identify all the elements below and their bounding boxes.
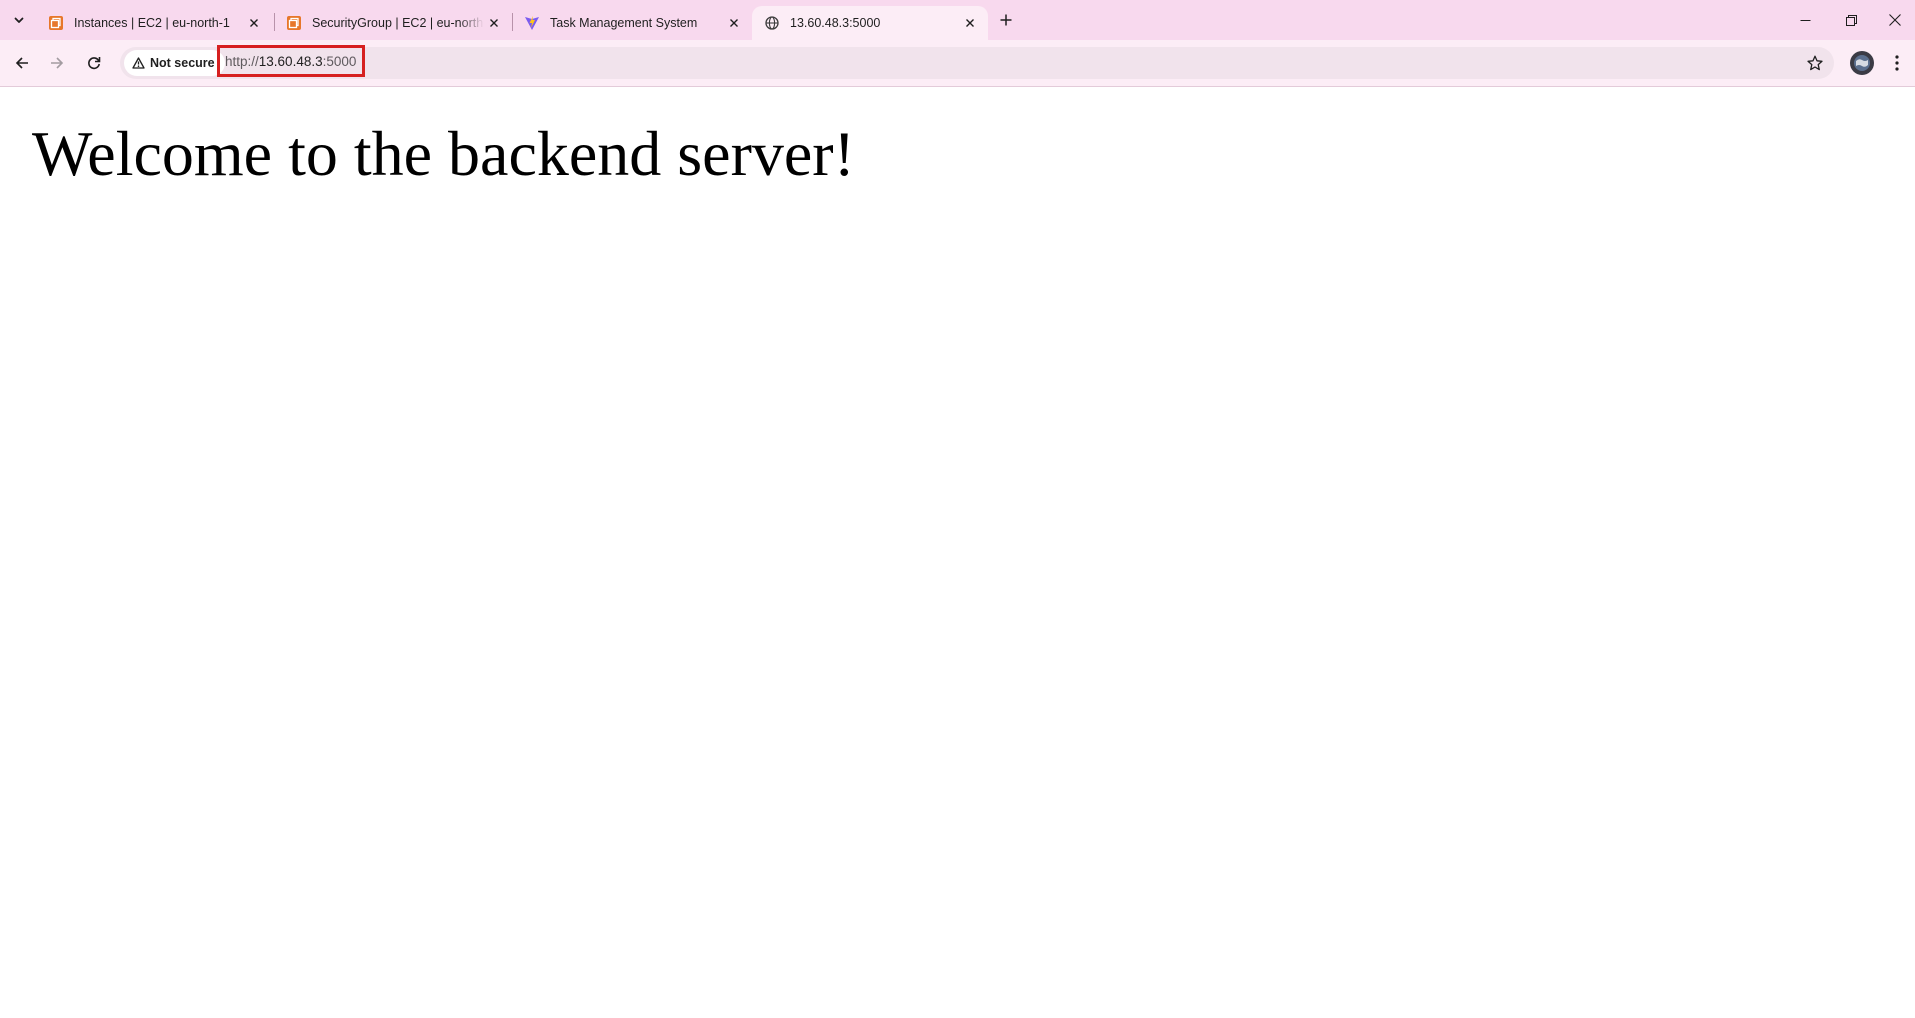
- warning-icon: [132, 57, 145, 69]
- tab-title: SecurityGroup | EC2 | eu-north-1: [312, 16, 484, 30]
- close-icon[interactable]: [960, 13, 980, 33]
- aws-ec2-icon: [286, 15, 302, 31]
- close-icon[interactable]: [724, 13, 744, 33]
- star-icon: [1807, 55, 1823, 71]
- tab-search-button[interactable]: [6, 8, 32, 32]
- back-button[interactable]: [6, 47, 38, 79]
- avatar-icon: [1854, 55, 1870, 71]
- bookmark-button[interactable]: [1799, 47, 1831, 79]
- page-content: Welcome to the backend server!: [0, 87, 1915, 1018]
- minimize-icon: [1800, 19, 1810, 21]
- page-heading: Welcome to the backend server!: [32, 118, 855, 189]
- security-indicator[interactable]: Not secure: [124, 50, 225, 76]
- close-icon[interactable]: [244, 13, 264, 33]
- url-host: 13.60.48.3: [258, 53, 323, 69]
- reload-button[interactable]: [78, 47, 110, 79]
- forward-button[interactable]: [41, 47, 73, 79]
- tab-security-group[interactable]: SecurityGroup | EC2 | eu-north-1: [274, 6, 512, 40]
- restore-button[interactable]: [1828, 0, 1874, 40]
- tab-title: 13.60.48.3:5000: [790, 16, 881, 30]
- tab-instances[interactable]: Instances | EC2 | eu-north-1: [36, 6, 272, 40]
- tab-backend-server[interactable]: 13.60.48.3:5000: [752, 6, 988, 40]
- plus-icon: [1000, 14, 1012, 26]
- close-window-button[interactable]: [1874, 0, 1915, 40]
- arrow-right-icon: [51, 57, 64, 69]
- chevron-down-icon: [14, 17, 24, 23]
- close-icon[interactable]: [484, 13, 504, 33]
- globe-icon: [764, 15, 780, 31]
- tab-task-management[interactable]: Task Management System: [512, 6, 752, 40]
- security-label: Not secure: [150, 56, 215, 70]
- restore-icon: [1845, 14, 1857, 26]
- url-text[interactable]: http://13.60.48.3:5000: [217, 45, 365, 77]
- new-tab-button[interactable]: [993, 8, 1019, 32]
- tab-strip: Instances | EC2 | eu-north-1 SecurityGro…: [0, 0, 1915, 40]
- minimize-button[interactable]: [1782, 0, 1828, 40]
- vite-icon: [524, 15, 540, 31]
- browser-toolbar: Not secure http://13.60.48.3:5000: [0, 40, 1915, 87]
- url-scheme: http://: [225, 53, 259, 69]
- arrow-left-icon: [15, 57, 28, 69]
- address-bar[interactable]: Not secure http://13.60.48.3:5000: [120, 45, 1834, 79]
- reload-icon: [88, 57, 101, 70]
- profile-avatar[interactable]: [1850, 51, 1874, 75]
- tab-title: Task Management System: [550, 16, 698, 30]
- tab-title: Instances | EC2 | eu-north-1: [74, 16, 230, 30]
- close-icon: [1888, 14, 1901, 26]
- url-port: :5000: [322, 53, 357, 69]
- browser-menu-button[interactable]: [1885, 47, 1909, 79]
- aws-ec2-icon: [48, 15, 64, 31]
- more-vertical-icon: [1895, 55, 1899, 71]
